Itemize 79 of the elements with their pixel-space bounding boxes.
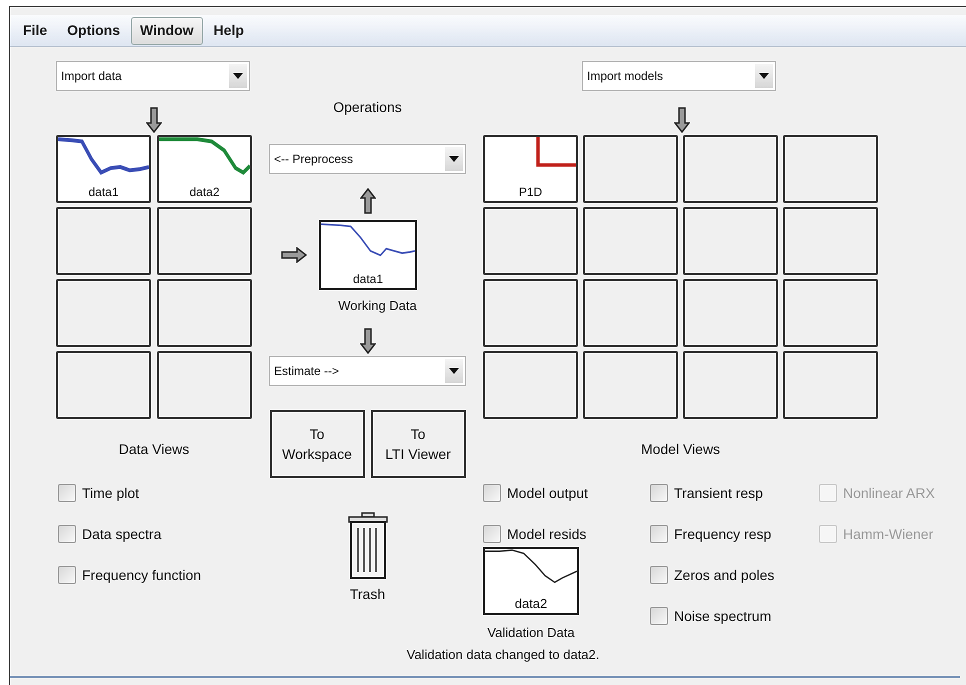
trash-label: Trash — [350, 584, 386, 604]
preprocess-dropdown[interactable]: <-- Preprocess — [269, 144, 466, 174]
empty-board[interactable] — [483, 207, 578, 275]
empty-board[interactable] — [583, 135, 678, 203]
empty-board[interactable] — [157, 351, 252, 419]
checkbox[interactable] — [58, 566, 76, 584]
down-arrow-icon — [674, 107, 690, 133]
checkbox[interactable] — [650, 607, 668, 625]
waveform-plot-icon — [58, 137, 149, 177]
checkbox-option[interactable]: Frequency function — [58, 564, 252, 586]
empty-board[interactable] — [483, 279, 578, 347]
empty-board[interactable] — [783, 279, 878, 347]
menu-item[interactable]: Options — [58, 16, 130, 44]
empty-board[interactable] — [56, 351, 151, 419]
checkbox[interactable] — [650, 484, 668, 502]
checkbox-option[interactable]: Zeros and poles — [650, 564, 819, 586]
status-message: Validation data changed to data2. — [406, 646, 600, 664]
checkbox-option[interactable]: Data spectra — [58, 523, 252, 545]
menu-item[interactable]: Window — [131, 16, 203, 44]
empty-board[interactable] — [483, 351, 578, 419]
menu-item[interactable]: Help — [204, 16, 253, 44]
data-board[interactable]: data2 — [157, 135, 252, 203]
waveform-plot-icon — [159, 137, 250, 177]
dropdown-caret-icon — [449, 156, 459, 162]
validation-data-caption: Validation Data — [487, 624, 575, 642]
menu-item[interactable]: File — [14, 16, 56, 44]
data-board[interactable]: P1D — [483, 135, 578, 203]
checkbox[interactable] — [58, 525, 76, 543]
import-models-dropdown[interactable]: Import models — [582, 61, 776, 91]
checkbox[interactable] — [483, 484, 501, 502]
checkbox[interactable] — [650, 566, 668, 584]
empty-board[interactable] — [157, 279, 252, 347]
section-title: Model Views — [640, 440, 722, 459]
empty-board[interactable] — [157, 207, 252, 275]
checkbox[interactable] — [483, 525, 501, 543]
board-label: data2 — [189, 186, 220, 198]
dropdown-caret-icon — [449, 368, 459, 374]
empty-board[interactable] — [783, 207, 878, 275]
empty-board[interactable] — [583, 279, 678, 347]
export-button[interactable]: To LTI Viewer — [370, 410, 466, 478]
empty-board[interactable] — [56, 207, 151, 275]
checkbox[interactable] — [58, 484, 76, 502]
up-arrow-icon — [360, 188, 376, 214]
board-label: data1 — [88, 186, 119, 198]
trash-icon[interactable] — [346, 512, 390, 580]
checkbox[interactable] — [650, 525, 668, 543]
board-label: data1 — [352, 273, 384, 285]
validation-data-board[interactable]: data2 — [483, 547, 579, 615]
empty-board[interactable] — [783, 135, 878, 203]
empty-board[interactable] — [683, 279, 778, 347]
checkbox-option[interactable]: Model resids — [483, 523, 650, 545]
checkbox-option[interactable]: Transient resp — [650, 482, 819, 504]
step-response-icon — [536, 137, 576, 167]
down-arrow-icon — [360, 328, 376, 354]
import-data-dropdown[interactable]: Import data — [56, 61, 250, 91]
empty-board[interactable] — [583, 351, 678, 419]
down-arrow-icon — [146, 107, 162, 133]
checkbox-option[interactable]: Model output — [483, 482, 650, 504]
empty-board[interactable] — [683, 135, 778, 203]
dropdown-caret-icon — [759, 73, 769, 79]
empty-board[interactable] — [56, 279, 151, 347]
working-data-board[interactable]: data1 — [319, 220, 417, 290]
empty-board[interactable] — [683, 351, 778, 419]
data-board[interactable]: data1 — [56, 135, 151, 203]
right-arrow-icon — [281, 247, 307, 263]
empty-board[interactable] — [583, 207, 678, 275]
empty-board[interactable] — [783, 351, 878, 419]
export-button[interactable]: To Workspace — [270, 410, 364, 478]
empty-board[interactable] — [683, 207, 778, 275]
board-label: P1D — [518, 186, 542, 198]
dropdown-caret-icon — [233, 73, 243, 79]
section-title: Data Views — [118, 440, 190, 459]
board-label: data2 — [514, 597, 548, 610]
working-data-caption: Working Data — [338, 297, 417, 315]
estimate-dropdown[interactable]: Estimate --> — [269, 356, 466, 386]
checkbox-option[interactable]: Time plot — [58, 482, 252, 504]
operations-title: Operations — [333, 98, 402, 117]
checkbox-option[interactable]: Noise spectrum — [650, 605, 819, 627]
checkbox-option[interactable]: Frequency resp — [650, 523, 819, 545]
